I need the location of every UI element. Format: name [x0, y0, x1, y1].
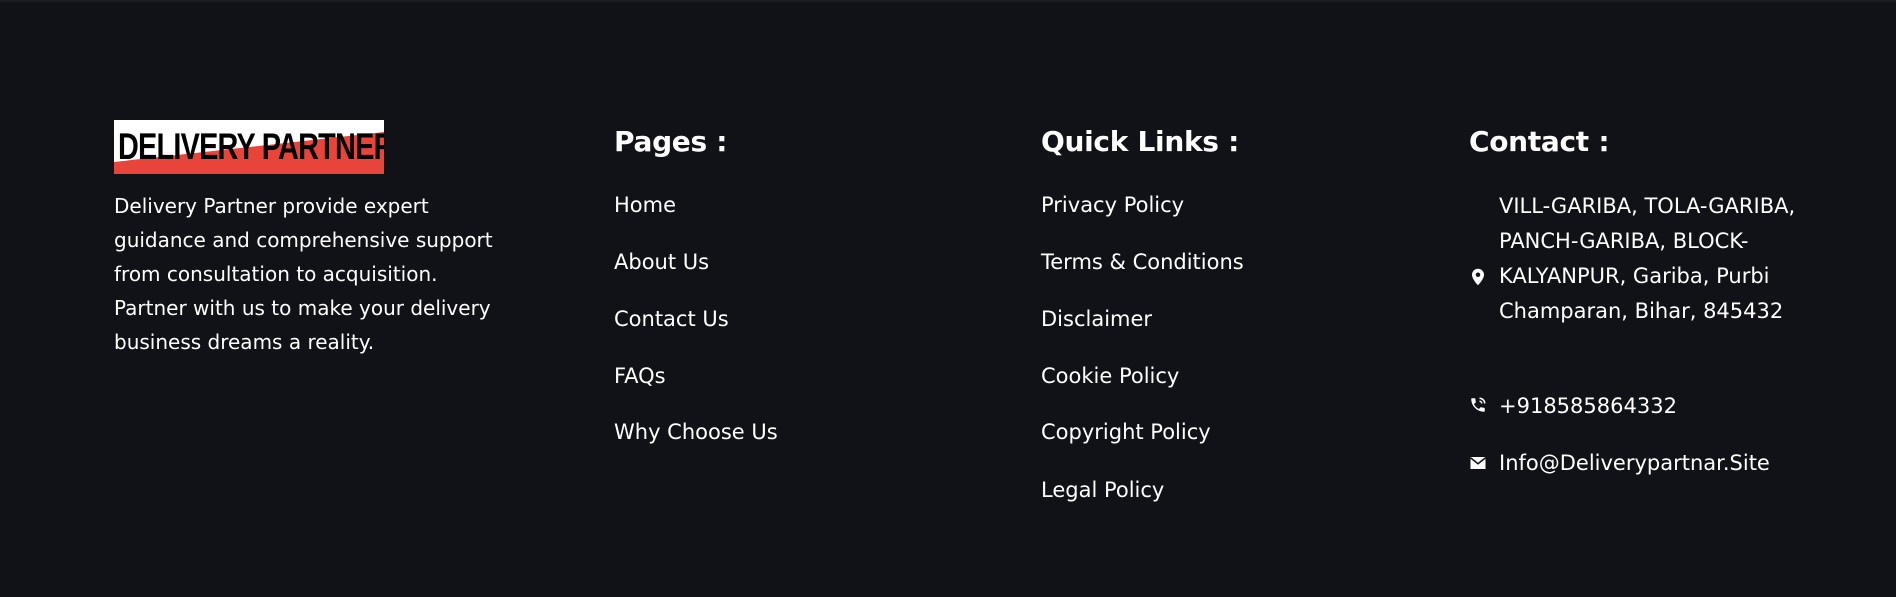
link-faqs[interactable]: FAQs [614, 361, 666, 391]
brand-description: Delivery Partner provide expert guidance… [114, 194, 493, 354]
link-disclaimer[interactable]: Disclaimer [1041, 304, 1152, 334]
logo[interactable]: DELIVERY PARTNER [114, 120, 384, 174]
logo-text: DELIVERY PARTNER [118, 126, 384, 167]
link-cookie-policy[interactable]: Cookie Policy [1041, 361, 1179, 391]
contact-heading: Contact : [1469, 125, 1610, 158]
quick-links-heading: Quick Links : [1041, 125, 1240, 158]
pages-heading: Pages : [614, 125, 728, 158]
mail-icon [1470, 457, 1486, 469]
contact-address: VILL-GARIBA, TOLA-GARIBA, PANCH-GARIBA, … [1499, 194, 1796, 323]
link-contact-us[interactable]: Contact Us [614, 304, 729, 334]
link-privacy-policy[interactable]: Privacy Policy [1041, 190, 1184, 220]
contact-email[interactable]: Info@Deliverypartnar.Site [1499, 448, 1770, 478]
link-legal-policy[interactable]: Legal Policy [1041, 475, 1164, 505]
phone-icon [1471, 397, 1486, 412]
link-home[interactable]: Home [614, 190, 676, 220]
link-why-choose-us[interactable]: Why Choose Us [614, 417, 778, 447]
map-pin-icon [1472, 268, 1484, 286]
link-copyright-policy[interactable]: Copyright Policy [1041, 417, 1211, 447]
link-terms-conditions[interactable]: Terms & Conditions [1041, 247, 1244, 277]
contact-phone[interactable]: +918585864332 [1499, 391, 1677, 421]
link-about-us[interactable]: About Us [614, 247, 709, 277]
